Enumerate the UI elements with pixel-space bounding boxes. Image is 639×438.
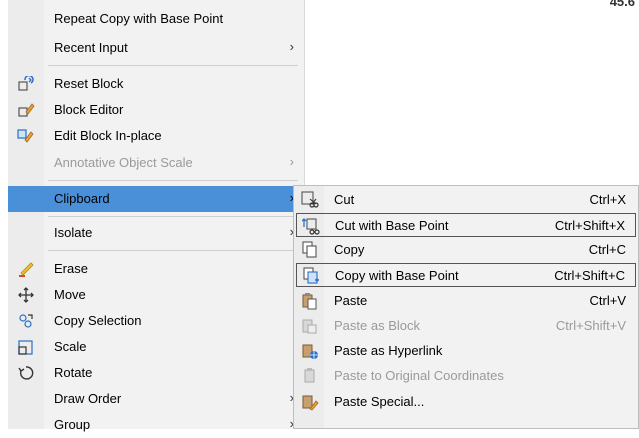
cut-base-point-icon <box>302 218 320 235</box>
menu-item-copy-selection[interactable]: Copy Selection <box>8 308 304 334</box>
edit-block-inplace-icon <box>17 129 34 143</box>
menu-item-label: Annotative Object Scale <box>54 155 193 170</box>
copy-base-point-icon <box>303 267 319 284</box>
submenu-item-label: Paste to Original Coordinates <box>334 368 504 383</box>
menu-separator <box>48 216 298 217</box>
menu-item-annotative-object-scale[interactable]: Annotative Object Scale › <box>8 150 304 176</box>
menu-item-label: Isolate <box>54 225 93 240</box>
paste-special-icon <box>302 395 319 411</box>
shortcut-label: Ctrl+X <box>589 192 626 207</box>
chevron-right-icon: › <box>289 39 294 54</box>
submenu-item-paste-special[interactable]: Paste Special... <box>296 390 636 414</box>
submenu-item-copy-with-base-point[interactable]: Copy with Base Point Ctrl+Shift+C <box>296 263 636 287</box>
menu-item-recent-input[interactable]: Recent Input › <box>8 35 304 61</box>
menu-item-scale[interactable]: Scale <box>8 334 304 360</box>
menu-item-label: Clipboard <box>54 191 110 206</box>
menu-item-label: Recent Input <box>54 40 128 55</box>
menu-item-label: Scale <box>54 339 87 354</box>
menu-item-reset-block[interactable]: Reset Block <box>8 71 304 97</box>
menu-item-draw-order[interactable]: Draw Order › <box>8 386 304 412</box>
paste-block-icon <box>302 319 317 334</box>
shortcut-label: Ctrl+V <box>589 293 626 308</box>
submenu-item-paste-to-original-coordinates[interactable]: Paste to Original Coordinates <box>296 364 636 388</box>
block-editor-icon <box>18 103 35 117</box>
submenu-item-label: Paste <box>334 293 368 308</box>
paste-original-coords-icon <box>304 368 315 383</box>
menu-item-group[interactable]: Group › <box>8 412 304 438</box>
menu-item-label: Draw Order <box>54 391 122 406</box>
eraser-icon <box>19 262 34 277</box>
shortcut-label: Ctrl+Shift+X <box>554 218 625 233</box>
menu-item-label: Rotate <box>54 365 93 380</box>
menu-item-label: Group <box>54 417 91 432</box>
menu-item-label: Block Editor <box>54 102 124 117</box>
submenu-item-label: Paste Special... <box>334 394 425 409</box>
scale-icon <box>18 340 33 355</box>
copy-icon <box>302 241 317 258</box>
menu-item-repeat-copy-base-point[interactable]: Repeat Copy with Base Point <box>8 6 304 32</box>
shortcut-label: Ctrl+Shift+V <box>555 318 626 333</box>
menu-item-clipboard[interactable]: Clipboard › <box>8 186 304 212</box>
shortcut-label: Ctrl+Shift+C <box>554 268 625 283</box>
submenu-item-cut-with-base-point[interactable]: Cut with Base Point Ctrl+Shift+X <box>296 213 636 237</box>
submenu-item-label: Cut with Base Point <box>335 218 449 233</box>
clipboard-submenu: Cut Ctrl+X Cut with Base Point Ctrl+Shif… <box>293 185 639 429</box>
copy-selection-icon <box>19 314 33 328</box>
paste-icon <box>302 293 317 310</box>
menu-item-label: Erase <box>54 261 88 276</box>
menu-item-label: Move <box>54 287 86 302</box>
menu-item-rotate[interactable]: Rotate <box>8 360 304 386</box>
submenu-item-paste-as-block[interactable]: Paste as Block Ctrl+Shift+V <box>296 314 636 338</box>
submenu-item-paste-as-hyperlink[interactable]: Paste as Hyperlink <box>296 339 636 363</box>
submenu-item-label: Copy <box>334 242 365 257</box>
menu-separator <box>48 250 298 251</box>
menu-separator <box>48 180 298 181</box>
corner-text: 45.6 <box>609 0 635 9</box>
submenu-item-paste[interactable]: Paste Ctrl+V <box>296 289 636 313</box>
menu-item-isolate[interactable]: Isolate › <box>8 220 304 246</box>
rotate-icon <box>18 366 34 380</box>
menu-item-label: Edit Block In-place <box>54 128 162 143</box>
menu-separator <box>48 65 298 66</box>
submenu-item-label: Copy with Base Point <box>335 268 459 283</box>
context-menu: Repeat Copy with Base Point Recent Input… <box>8 0 305 432</box>
menu-item-block-editor[interactable]: Block Editor <box>8 97 304 123</box>
submenu-item-copy[interactable]: Copy Ctrl+C <box>296 238 636 262</box>
menu-item-label: Reset Block <box>54 76 124 91</box>
menu-item-label: Repeat Copy with Base Point <box>54 11 224 26</box>
submenu-item-label: Cut <box>334 192 355 207</box>
submenu-item-label: Paste as Block <box>334 318 420 333</box>
reset-block-icon <box>18 76 34 91</box>
shortcut-label: Ctrl+C <box>588 242 626 257</box>
menu-item-edit-block-inplace[interactable]: Edit Block In-place <box>8 123 304 149</box>
submenu-item-label: Paste as Hyperlink <box>334 343 443 358</box>
menu-item-move[interactable]: Move <box>8 282 304 308</box>
move-icon <box>18 287 34 303</box>
submenu-item-cut[interactable]: Cut Ctrl+X <box>296 188 636 212</box>
cut-icon <box>301 191 319 208</box>
menu-item-label: Copy Selection <box>54 313 142 328</box>
menu-item-erase[interactable]: Erase <box>8 256 304 282</box>
paste-hyperlink-icon <box>302 344 318 359</box>
chevron-right-icon: › <box>289 154 294 169</box>
